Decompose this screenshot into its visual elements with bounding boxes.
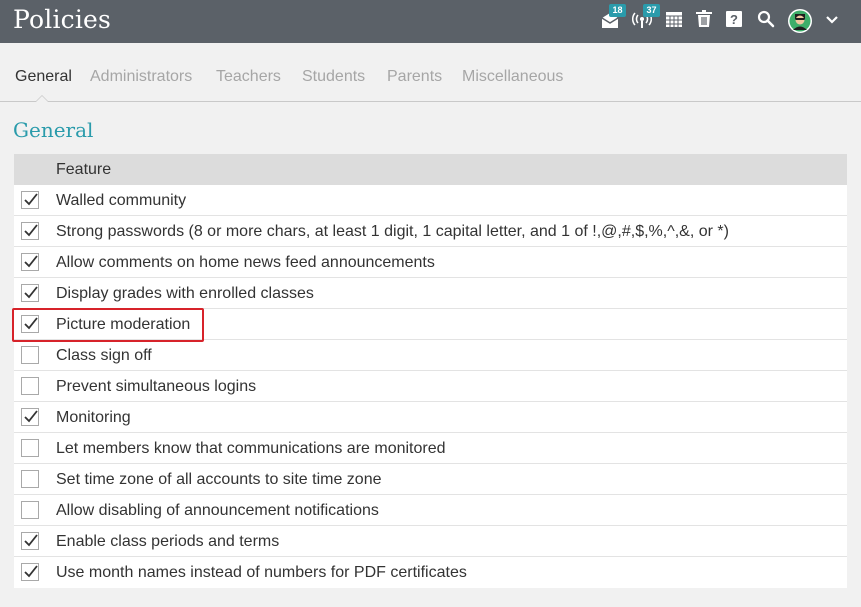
feature-checkbox[interactable] xyxy=(21,439,39,457)
feature-checkbox[interactable] xyxy=(21,408,39,426)
feature-label: Set time zone of all accounts to site ti… xyxy=(56,471,382,488)
broadcast-icon[interactable]: 37 xyxy=(631,4,660,32)
avatar[interactable] xyxy=(787,8,813,34)
feature-checkbox[interactable] xyxy=(21,470,39,488)
feature-checkbox[interactable] xyxy=(21,377,39,395)
calendar-icon[interactable] xyxy=(665,10,685,32)
feature-label: Strong passwords (8 or more chars, at le… xyxy=(56,223,729,240)
feature-checkbox[interactable] xyxy=(21,563,39,581)
help-glyph: ? xyxy=(730,12,738,27)
feature-label: Allow disabling of announcement notifica… xyxy=(56,502,379,519)
tab-miscellaneous[interactable]: Miscellaneous xyxy=(462,68,563,86)
feature-checkbox[interactable] xyxy=(21,532,39,550)
feature-label: Use month names instead of numbers for P… xyxy=(56,564,467,581)
table-row: Let members know that communications are… xyxy=(14,433,847,464)
feature-label: Display grades with enrolled classes xyxy=(56,285,314,302)
feature-label: Let members know that communications are… xyxy=(56,440,446,457)
active-tab-indicator xyxy=(35,95,49,102)
check-icon xyxy=(24,193,38,206)
feature-checkbox[interactable] xyxy=(21,284,39,302)
feature-checkbox[interactable] xyxy=(21,346,39,364)
check-icon xyxy=(24,317,38,330)
table-row: Enable class periods and terms xyxy=(14,526,847,557)
policy-table: Feature Walled community Strong passwords… xyxy=(14,154,847,588)
tab-teachers[interactable]: Teachers xyxy=(216,68,281,86)
tab-bar: General Administrators Teachers Students… xyxy=(0,43,861,102)
feature-label: Prevent simultaneous logins xyxy=(56,378,257,395)
tab-general[interactable]: General xyxy=(15,68,72,86)
column-header-feature: Feature xyxy=(56,161,112,178)
table-row: Picture moderation xyxy=(14,309,847,340)
section-title: General xyxy=(13,118,94,142)
chevron-down-icon[interactable] xyxy=(825,13,845,35)
tab-parents[interactable]: Parents xyxy=(387,68,442,86)
feature-checkbox[interactable] xyxy=(21,501,39,519)
feature-checkbox[interactable] xyxy=(21,222,39,240)
feature-label: Walled community xyxy=(56,192,187,209)
table-row: Allow disabling of announcement notifica… xyxy=(14,495,847,526)
feature-label: Enable class periods and terms xyxy=(56,533,280,550)
table-row: Allow comments on home news feed announc… xyxy=(14,247,847,278)
top-bar: Policies 18 37 ? xyxy=(0,0,861,43)
feature-checkbox[interactable] xyxy=(21,315,39,333)
broadcast-badge: 37 xyxy=(643,4,660,17)
table-row: Monitoring xyxy=(14,402,847,433)
check-icon xyxy=(24,565,38,578)
check-icon xyxy=(24,255,38,268)
table-row: Class sign off xyxy=(14,340,847,371)
help-icon[interactable]: ? xyxy=(725,10,745,32)
feature-checkbox[interactable] xyxy=(21,253,39,271)
table-row: Strong passwords (8 or more chars, at le… xyxy=(14,216,847,247)
feature-label: Picture moderation xyxy=(56,316,191,333)
search-icon[interactable] xyxy=(757,10,777,32)
check-icon xyxy=(24,410,38,423)
table-row: Set time zone of all accounts to site ti… xyxy=(14,464,847,495)
feature-checkbox[interactable] xyxy=(21,191,39,209)
tab-administrators[interactable]: Administrators xyxy=(90,68,192,86)
table-row: Use month names instead of numbers for P… xyxy=(14,557,847,588)
table-row: Walled community xyxy=(14,185,847,216)
check-icon xyxy=(24,534,38,547)
page-title: Policies xyxy=(13,5,112,34)
feature-label: Allow comments on home news feed announc… xyxy=(56,254,435,271)
table-row: Display grades with enrolled classes xyxy=(14,278,847,309)
feature-label: Class sign off xyxy=(56,347,152,364)
trash-icon[interactable] xyxy=(695,10,715,32)
mail-badge: 18 xyxy=(609,4,626,17)
check-icon xyxy=(24,224,38,237)
check-icon xyxy=(24,286,38,299)
table-row: Prevent simultaneous logins xyxy=(14,371,847,402)
mail-icon[interactable]: 18 xyxy=(600,4,626,32)
feature-label: Monitoring xyxy=(56,409,131,426)
tab-students[interactable]: Students xyxy=(302,68,365,86)
table-header: Feature xyxy=(14,154,847,185)
